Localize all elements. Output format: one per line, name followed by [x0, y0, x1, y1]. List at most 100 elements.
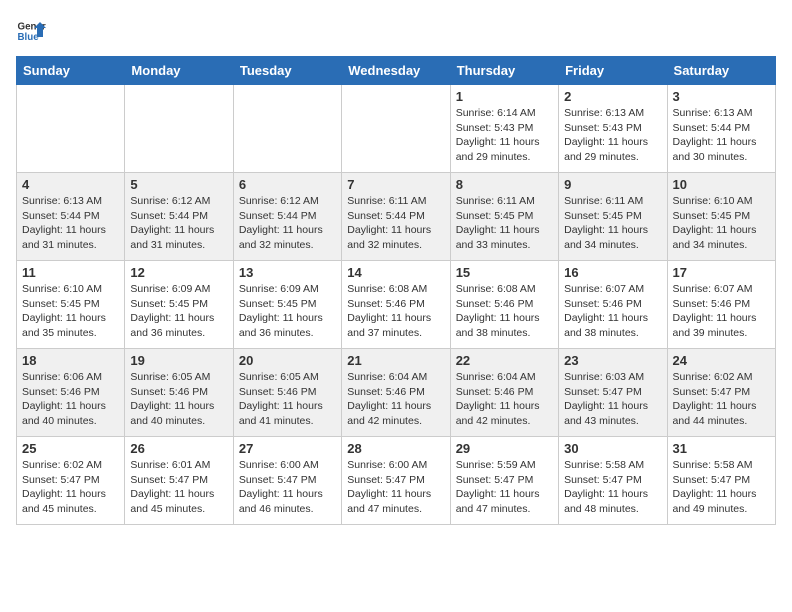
weekday-header-sunday: Sunday: [17, 57, 125, 85]
day-cell-4: 4 Sunrise: 6:13 AM Sunset: 5:44 PM Daylig…: [17, 173, 125, 261]
day-cell-14: 14 Sunrise: 6:08 AM Sunset: 5:46 PM Dayli…: [342, 261, 450, 349]
weekday-header-saturday: Saturday: [667, 57, 775, 85]
day-cell-27: 27 Sunrise: 6:00 AM Sunset: 5:47 PM Dayli…: [233, 437, 341, 525]
week-row-4: 18 Sunrise: 6:06 AM Sunset: 5:46 PM Dayli…: [17, 349, 776, 437]
day-info: Sunrise: 6:13 AM Sunset: 5:43 PM Dayligh…: [564, 106, 661, 165]
day-number: 13: [239, 265, 336, 280]
day-info: Sunrise: 6:02 AM Sunset: 5:47 PM Dayligh…: [22, 458, 119, 517]
weekday-header-friday: Friday: [559, 57, 667, 85]
day-number: 4: [22, 177, 119, 192]
day-number: 25: [22, 441, 119, 456]
day-number: 15: [456, 265, 553, 280]
day-number: 21: [347, 353, 444, 368]
day-number: 11: [22, 265, 119, 280]
day-cell-30: 30 Sunrise: 5:58 AM Sunset: 5:47 PM Dayli…: [559, 437, 667, 525]
day-number: 5: [130, 177, 227, 192]
day-cell-23: 23 Sunrise: 6:03 AM Sunset: 5:47 PM Dayli…: [559, 349, 667, 437]
day-number: 22: [456, 353, 553, 368]
logo-icon: General Blue: [16, 16, 46, 46]
day-number: 7: [347, 177, 444, 192]
day-cell-29: 29Sunrise: 5:59 AM Sunset: 5:47 PM Dayli…: [450, 437, 558, 525]
day-number: 12: [130, 265, 227, 280]
week-row-5: 25 Sunrise: 6:02 AM Sunset: 5:47 PM Dayli…: [17, 437, 776, 525]
day-number: 26: [130, 441, 227, 456]
day-cell-11: 11 Sunrise: 6:10 AM Sunset: 5:45 PM Dayli…: [17, 261, 125, 349]
day-number: 1: [456, 89, 553, 104]
day-info: Sunrise: 6:05 AM Sunset: 5:46 PM Dayligh…: [239, 370, 336, 429]
day-cell-9: 9 Sunrise: 6:11 AM Sunset: 5:45 PM Daylig…: [559, 173, 667, 261]
day-info: Sunrise: 6:10 AM Sunset: 5:45 PM Dayligh…: [22, 282, 119, 341]
svg-text:Blue: Blue: [18, 32, 40, 43]
day-number: 2: [564, 89, 661, 104]
week-row-3: 11 Sunrise: 6:10 AM Sunset: 5:45 PM Dayli…: [17, 261, 776, 349]
day-info: Sunrise: 6:11 AM Sunset: 5:45 PM Dayligh…: [564, 194, 661, 253]
day-info: Sunrise: 6:08 AM Sunset: 5:46 PM Dayligh…: [347, 282, 444, 341]
day-info: Sunrise: 6:01 AM Sunset: 5:47 PM Dayligh…: [130, 458, 227, 517]
weekday-header-row: SundayMondayTuesdayWednesdayThursdayFrid…: [17, 57, 776, 85]
day-number: 31: [673, 441, 770, 456]
weekday-header-wednesday: Wednesday: [342, 57, 450, 85]
day-number: 23: [564, 353, 661, 368]
day-info: Sunrise: 6:09 AM Sunset: 5:45 PM Dayligh…: [239, 282, 336, 341]
day-info: Sunrise: 6:00 AM Sunset: 5:47 PM Dayligh…: [239, 458, 336, 517]
day-cell-12: 12 Sunrise: 6:09 AM Sunset: 5:45 PM Dayli…: [125, 261, 233, 349]
day-cell-7: 7 Sunrise: 6:11 AM Sunset: 5:44 PM Daylig…: [342, 173, 450, 261]
day-cell-26: 26 Sunrise: 6:01 AM Sunset: 5:47 PM Dayli…: [125, 437, 233, 525]
day-info: Sunrise: 6:06 AM Sunset: 5:46 PM Dayligh…: [22, 370, 119, 429]
day-info: Sunrise: 5:59 AM Sunset: 5:47 PM Dayligh…: [456, 458, 553, 517]
empty-cell: [17, 85, 125, 173]
day-cell-5: 5 Sunrise: 6:12 AM Sunset: 5:44 PM Daylig…: [125, 173, 233, 261]
day-info: Sunrise: 6:05 AM Sunset: 5:46 PM Dayligh…: [130, 370, 227, 429]
empty-cell: [233, 85, 341, 173]
calendar-table: SundayMondayTuesdayWednesdayThursdayFrid…: [16, 56, 776, 525]
day-cell-21: 21 Sunrise: 6:04 AM Sunset: 5:46 PM Dayli…: [342, 349, 450, 437]
day-cell-18: 18 Sunrise: 6:06 AM Sunset: 5:46 PM Dayli…: [17, 349, 125, 437]
day-number: 20: [239, 353, 336, 368]
day-number: 28: [347, 441, 444, 456]
weekday-header-thursday: Thursday: [450, 57, 558, 85]
day-cell-16: 16 Sunrise: 6:07 AM Sunset: 5:46 PM Dayli…: [559, 261, 667, 349]
day-number: 14: [347, 265, 444, 280]
day-number: 18: [22, 353, 119, 368]
day-number: 6: [239, 177, 336, 192]
day-cell-28: 28 Sunrise: 6:00 AM Sunset: 5:47 PM Dayli…: [342, 437, 450, 525]
day-cell-6: 6 Sunrise: 6:12 AM Sunset: 5:44 PM Daylig…: [233, 173, 341, 261]
day-info: Sunrise: 6:07 AM Sunset: 5:46 PM Dayligh…: [564, 282, 661, 341]
day-info: Sunrise: 6:04 AM Sunset: 5:46 PM Dayligh…: [347, 370, 444, 429]
day-number: 27: [239, 441, 336, 456]
day-info: Sunrise: 6:00 AM Sunset: 5:47 PM Dayligh…: [347, 458, 444, 517]
day-info: Sunrise: 6:13 AM Sunset: 5:44 PM Dayligh…: [673, 106, 770, 165]
day-info: Sunrise: 6:11 AM Sunset: 5:44 PM Dayligh…: [347, 194, 444, 253]
day-number: 9: [564, 177, 661, 192]
day-cell-8: 8 Sunrise: 6:11 AM Sunset: 5:45 PM Daylig…: [450, 173, 558, 261]
day-number: 8: [456, 177, 553, 192]
day-cell-10: 10 Sunrise: 6:10 AM Sunset: 5:45 PM Dayli…: [667, 173, 775, 261]
day-info: Sunrise: 6:13 AM Sunset: 5:44 PM Dayligh…: [22, 194, 119, 253]
logo: General Blue: [16, 16, 46, 46]
day-cell-1: 1 Sunrise: 6:14 AM Sunset: 5:43 PM Daylig…: [450, 85, 558, 173]
day-number: 24: [673, 353, 770, 368]
day-cell-3: 3Sunrise: 6:13 AM Sunset: 5:44 PM Daylig…: [667, 85, 775, 173]
day-info: Sunrise: 6:14 AM Sunset: 5:43 PM Dayligh…: [456, 106, 553, 165]
day-number: 10: [673, 177, 770, 192]
day-info: Sunrise: 6:04 AM Sunset: 5:46 PM Dayligh…: [456, 370, 553, 429]
day-cell-17: 17Sunrise: 6:07 AM Sunset: 5:46 PM Dayli…: [667, 261, 775, 349]
day-cell-20: 20 Sunrise: 6:05 AM Sunset: 5:46 PM Dayli…: [233, 349, 341, 437]
day-number: 16: [564, 265, 661, 280]
day-number: 30: [564, 441, 661, 456]
day-info: Sunrise: 6:12 AM Sunset: 5:44 PM Dayligh…: [130, 194, 227, 253]
day-cell-2: 2 Sunrise: 6:13 AM Sunset: 5:43 PM Daylig…: [559, 85, 667, 173]
day-number: 19: [130, 353, 227, 368]
day-cell-15: 15 Sunrise: 6:08 AM Sunset: 5:46 PM Dayli…: [450, 261, 558, 349]
day-info: Sunrise: 5:58 AM Sunset: 5:47 PM Dayligh…: [564, 458, 661, 517]
day-info: Sunrise: 6:12 AM Sunset: 5:44 PM Dayligh…: [239, 194, 336, 253]
day-info: Sunrise: 6:08 AM Sunset: 5:46 PM Dayligh…: [456, 282, 553, 341]
week-row-2: 4 Sunrise: 6:13 AM Sunset: 5:44 PM Daylig…: [17, 173, 776, 261]
day-cell-24: 24Sunrise: 6:02 AM Sunset: 5:47 PM Dayli…: [667, 349, 775, 437]
day-info: Sunrise: 6:11 AM Sunset: 5:45 PM Dayligh…: [456, 194, 553, 253]
day-info: Sunrise: 6:10 AM Sunset: 5:45 PM Dayligh…: [673, 194, 770, 253]
day-cell-19: 19 Sunrise: 6:05 AM Sunset: 5:46 PM Dayli…: [125, 349, 233, 437]
day-info: Sunrise: 6:03 AM Sunset: 5:47 PM Dayligh…: [564, 370, 661, 429]
day-info: Sunrise: 6:09 AM Sunset: 5:45 PM Dayligh…: [130, 282, 227, 341]
day-cell-31: 31Sunrise: 5:58 AM Sunset: 5:47 PM Dayli…: [667, 437, 775, 525]
